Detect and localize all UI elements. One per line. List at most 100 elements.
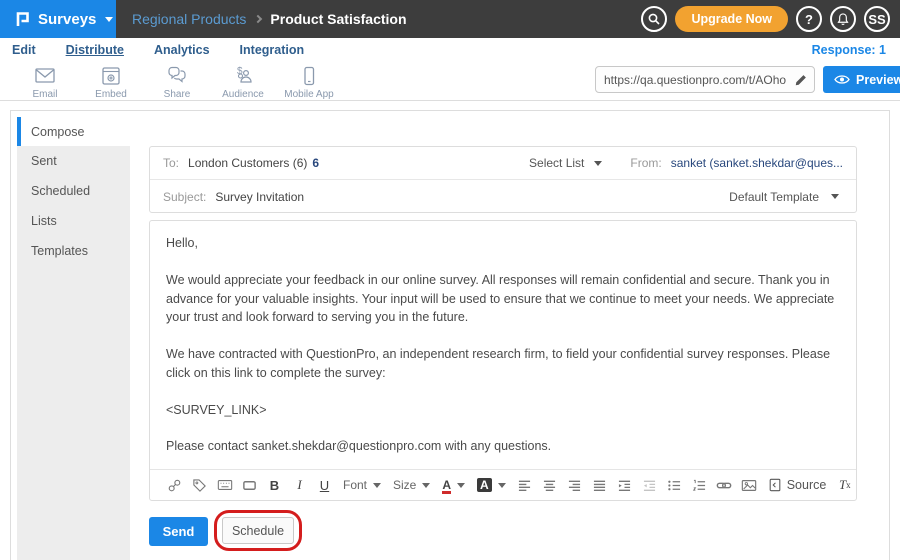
numbered-list-icon — [692, 479, 707, 492]
insert-image-button[interactable] — [737, 473, 762, 497]
indent-icon — [617, 479, 632, 492]
chevron-down-icon — [373, 483, 381, 488]
breadcrumb: Regional Products Product Satisfaction — [132, 11, 407, 27]
channel-embed[interactable]: Embed — [78, 65, 144, 100]
body-paragraph: Please contact sanket.shekdar@questionpr… — [166, 437, 840, 456]
insert-survey-link-button[interactable] — [162, 473, 187, 497]
questionpro-logo-icon — [13, 10, 31, 28]
search-icon — [647, 12, 661, 26]
breadcrumb-survey-name: Product Satisfaction — [270, 11, 406, 27]
chevron-right-icon — [254, 15, 262, 23]
chevron-down-icon — [831, 194, 839, 199]
insert-button-element[interactable] — [237, 473, 262, 497]
edit-url-button[interactable] — [788, 67, 814, 92]
to-recipient-list[interactable]: London Customers (6) — [188, 156, 307, 170]
numbered-list-button[interactable] — [687, 473, 712, 497]
align-right-button[interactable] — [562, 473, 587, 497]
subject-input[interactable]: Survey Invitation — [215, 190, 304, 204]
highlight-color-dropdown[interactable]: A — [471, 473, 512, 497]
body-paragraph: <SURVEY_LINK> — [166, 401, 840, 420]
sidebar-item-compose[interactable]: Compose — [17, 117, 130, 146]
chevron-down-icon — [594, 161, 602, 166]
channel-share[interactable]: Share — [144, 65, 210, 100]
recipient-count: 6 — [312, 156, 319, 170]
bullet-list-button[interactable] — [662, 473, 687, 497]
eye-icon — [834, 74, 850, 85]
sidebar-item-scheduled[interactable]: Scheduled — [17, 176, 130, 206]
source-button[interactable]: Source — [762, 478, 833, 492]
chain-link-icon — [167, 478, 182, 493]
channel-audience[interactable]: $ Audience — [210, 65, 276, 100]
user-avatar[interactable]: SS — [864, 6, 890, 32]
underline-button[interactable]: U — [312, 473, 337, 497]
breadcrumb-folder[interactable]: Regional Products — [132, 11, 246, 27]
increase-indent-button[interactable] — [612, 473, 637, 497]
channel-mobile-app[interactable]: Mobile App — [276, 65, 342, 100]
text-color-dropdown[interactable]: A — [436, 473, 471, 497]
template-dropdown[interactable]: Default Template — [729, 190, 839, 204]
body-paragraph: We would appreciate your feedback in our… — [166, 271, 840, 327]
email-body-editor: Hello, We would appreciate your feedback… — [149, 220, 857, 501]
text-color-icon: A — [442, 479, 451, 491]
select-list-dropdown[interactable]: Select List — [529, 156, 602, 170]
from-sender[interactable]: sanket (sanket.shekdar@ques... — [671, 156, 843, 170]
tab-edit[interactable]: Edit — [12, 43, 36, 57]
tab-distribute[interactable]: Distribute — [66, 43, 124, 57]
from-group: From: sanket (sanket.shekdar@ques... — [630, 156, 843, 170]
schedule-highlight-annotation: Schedule — [214, 510, 302, 551]
app-window: Surveys Regional Products Product Satisf… — [0, 0, 900, 560]
sidebar-item-lists[interactable]: Lists — [17, 206, 130, 236]
chevron-down-icon — [422, 483, 430, 488]
survey-nav: Edit Distribute Analytics Integration Re… — [0, 38, 900, 61]
to-row: To: London Customers (6) 6 Select List F… — [150, 147, 856, 180]
font-size-dropdown[interactable]: Size — [387, 473, 436, 497]
insert-link-button[interactable] — [712, 473, 737, 497]
channel-email[interactable]: Email — [12, 65, 78, 100]
italic-button[interactable]: I — [287, 473, 312, 497]
survey-url-input[interactable] — [596, 73, 788, 87]
response-count: Response: 1 — [812, 43, 886, 57]
survey-url-box — [595, 66, 815, 93]
highlight-color-icon: A — [477, 478, 492, 492]
body-paragraph: We have contracted with QuestionPro, an … — [166, 345, 840, 383]
align-center-button[interactable] — [537, 473, 562, 497]
justify-icon — [592, 479, 607, 492]
chevron-down-icon — [498, 483, 506, 488]
topbar-actions: Upgrade Now ? SS — [641, 0, 890, 38]
remove-format-button[interactable]: Tx — [832, 473, 857, 497]
decrease-indent-button[interactable] — [637, 473, 662, 497]
justify-button[interactable] — [587, 473, 612, 497]
product-switcher[interactable]: Surveys — [0, 0, 116, 38]
email-sidebar: Compose Sent Scheduled Lists Templates — [17, 117, 130, 560]
font-family-dropdown[interactable]: Font — [337, 473, 387, 497]
notifications-button[interactable] — [830, 6, 856, 32]
embed-data-button[interactable] — [212, 473, 237, 497]
share-icon — [165, 65, 189, 87]
align-left-button[interactable] — [512, 473, 537, 497]
merge-tag-button[interactable] — [187, 473, 212, 497]
email-body-text[interactable]: Hello, We would appreciate your feedback… — [150, 221, 856, 469]
upgrade-now-button[interactable]: Upgrade Now — [675, 6, 788, 32]
pencil-icon — [794, 73, 808, 87]
schedule-button[interactable]: Schedule — [222, 517, 294, 544]
source-doc-icon — [768, 478, 782, 492]
image-icon — [741, 479, 757, 492]
bold-button[interactable]: B — [262, 473, 287, 497]
sidebar-item-sent[interactable]: Sent — [17, 146, 130, 176]
top-bar: Surveys Regional Products Product Satisf… — [0, 0, 900, 38]
preview-button[interactable]: Preview — [823, 66, 900, 93]
search-button[interactable] — [641, 6, 667, 32]
mobile-app-icon — [297, 65, 321, 87]
align-left-icon — [517, 479, 532, 492]
from-label: From: — [630, 156, 661, 170]
send-button[interactable]: Send — [149, 517, 208, 546]
tab-analytics[interactable]: Analytics — [154, 43, 210, 57]
tab-integration[interactable]: Integration — [240, 43, 305, 57]
subject-label: Subject: — [163, 190, 206, 204]
help-button[interactable]: ? — [796, 6, 822, 32]
keyboard-icon — [217, 478, 233, 492]
subject-row: Subject: Survey Invitation Default Templ… — [150, 180, 856, 213]
link-icon — [716, 479, 732, 492]
product-name: Surveys — [38, 11, 96, 28]
sidebar-item-templates[interactable]: Templates — [17, 236, 130, 266]
